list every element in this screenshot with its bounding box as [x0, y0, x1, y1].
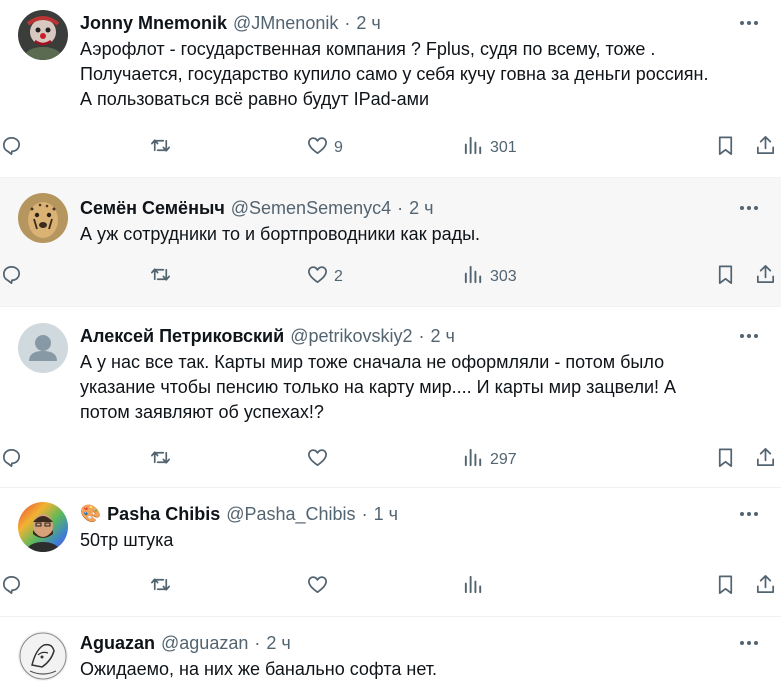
author-handle[interactable]: @petrikovskiy2	[290, 326, 412, 347]
heart-icon	[306, 573, 329, 601]
timestamp[interactable]: 2 ч	[356, 13, 380, 34]
retweet-icon	[149, 263, 172, 291]
more-icon[interactable]	[735, 502, 763, 526]
author-name[interactable]: Семён Семёныч	[80, 198, 225, 219]
reply-button[interactable]	[0, 263, 23, 291]
separator-dot: ·	[344, 12, 351, 33]
retweet-button[interactable]	[149, 573, 172, 601]
tweet-1[interactable]: Jonny Mnemonik @JMnenonik · 2 ч Аэрофлот…	[0, 0, 781, 178]
retweet-button[interactable]	[149, 134, 172, 162]
views-count: 297	[490, 451, 517, 468]
like-button[interactable]: 9	[306, 134, 343, 162]
views-icon	[462, 446, 485, 474]
author-handle[interactable]: @SemenSemenyc4	[231, 198, 391, 219]
like-button[interactable]	[306, 573, 334, 601]
avatar-jonny[interactable]	[18, 10, 68, 60]
heart-icon	[306, 263, 329, 291]
avatar-semen[interactable]	[18, 193, 68, 243]
share-icon	[754, 573, 777, 601]
author-name[interactable]: Jonny Mnemonik	[80, 13, 227, 34]
tweet-text: Ожидаемо, на них же банально софта нет.	[80, 659, 437, 679]
more-icon[interactable]	[735, 11, 763, 35]
share-icon	[754, 263, 777, 291]
views-button[interactable]: 303	[462, 263, 517, 291]
separator-dot: ·	[254, 632, 261, 653]
share-button[interactable]	[754, 573, 777, 601]
share-button[interactable]	[754, 134, 777, 162]
tweet-3[interactable]: Алексей Петриковский @petrikovskiy2 · 2 …	[0, 307, 781, 488]
tweet-text: А уж сотрудники то и бортпроводники как …	[80, 224, 481, 244]
reply-button[interactable]	[0, 573, 23, 601]
bookmark-icon	[714, 263, 737, 291]
like-button[interactable]: 2	[306, 263, 343, 291]
share-button[interactable]	[754, 446, 777, 474]
bookmark-icon	[714, 446, 737, 474]
share-icon	[754, 446, 777, 474]
bookmark-button[interactable]	[714, 446, 737, 474]
tweet-4[interactable]: 🎨 Pasha Chibis @Pasha_Chibis · 1 ч 50тр …	[0, 488, 781, 617]
views-count: 301	[490, 139, 517, 156]
retweet-icon	[149, 134, 172, 162]
reply-button[interactable]	[0, 134, 23, 162]
avatar-aguazan[interactable]	[18, 631, 68, 681]
author-handle[interactable]: @Pasha_Chibis	[226, 504, 355, 525]
share-icon	[754, 134, 777, 162]
avatar-default[interactable]	[18, 323, 68, 373]
palette-emoji-icon: 🎨	[80, 504, 102, 523]
more-icon[interactable]	[735, 631, 763, 655]
retweet-button[interactable]	[149, 263, 172, 291]
author-handle[interactable]: @aguazan	[161, 633, 248, 654]
tweet-text: А у нас все так. Карты мир тоже сначала …	[80, 352, 677, 422]
views-count: 303	[490, 268, 517, 285]
retweet-button[interactable]	[149, 446, 172, 474]
views-button[interactable]: 301	[462, 134, 517, 162]
heart-icon	[306, 446, 329, 474]
bookmark-icon	[714, 134, 737, 162]
author-name[interactable]: Алексей Петриковский	[80, 326, 284, 347]
heart-icon	[306, 134, 329, 162]
separator-dot: ·	[397, 197, 404, 218]
views-button[interactable]	[462, 573, 490, 601]
like-button[interactable]	[306, 446, 334, 474]
author-name[interactable]: Pasha Chibis	[107, 504, 220, 525]
more-icon[interactable]	[735, 196, 763, 220]
like-count: 9	[334, 139, 343, 156]
timestamp[interactable]: 2 ч	[266, 633, 290, 654]
timestamp[interactable]: 1 ч	[374, 504, 398, 525]
timestamp[interactable]: 2 ч	[409, 198, 433, 219]
reply-icon	[0, 573, 23, 601]
views-icon	[462, 263, 485, 291]
separator-dot: ·	[361, 503, 368, 524]
tweet-2[interactable]: Семён Семёныч @SemenSemenyc4 · 2 ч А уж …	[0, 178, 781, 307]
retweet-icon	[149, 573, 172, 601]
timestamp[interactable]: 2 ч	[431, 326, 455, 347]
bookmark-button[interactable]	[714, 134, 737, 162]
reply-icon	[0, 263, 23, 291]
tweet-text: Аэрофлот - государственная компания ? Fp…	[80, 39, 709, 109]
bookmark-button[interactable]	[714, 263, 737, 291]
author-handle[interactable]: @JMnenonik	[233, 13, 338, 34]
views-icon	[462, 134, 485, 162]
separator-dot: ·	[418, 325, 425, 346]
reply-icon	[0, 134, 23, 162]
more-icon[interactable]	[735, 324, 763, 348]
bookmark-icon	[714, 573, 737, 601]
retweet-icon	[149, 446, 172, 474]
reply-button[interactable]	[0, 446, 23, 474]
share-button[interactable]	[754, 263, 777, 291]
tweet-5[interactable]: Aguazan @aguazan · 2 ч Ожидаемо, на них …	[0, 617, 781, 697]
reply-icon	[0, 446, 23, 474]
avatar-pasha[interactable]	[18, 502, 68, 552]
views-icon	[462, 573, 485, 601]
bookmark-button[interactable]	[714, 573, 737, 601]
tweet-text: 50тр штука	[80, 530, 174, 550]
author-name[interactable]: Aguazan	[80, 633, 155, 654]
like-count: 2	[334, 268, 343, 285]
views-button[interactable]: 297	[462, 446, 517, 474]
